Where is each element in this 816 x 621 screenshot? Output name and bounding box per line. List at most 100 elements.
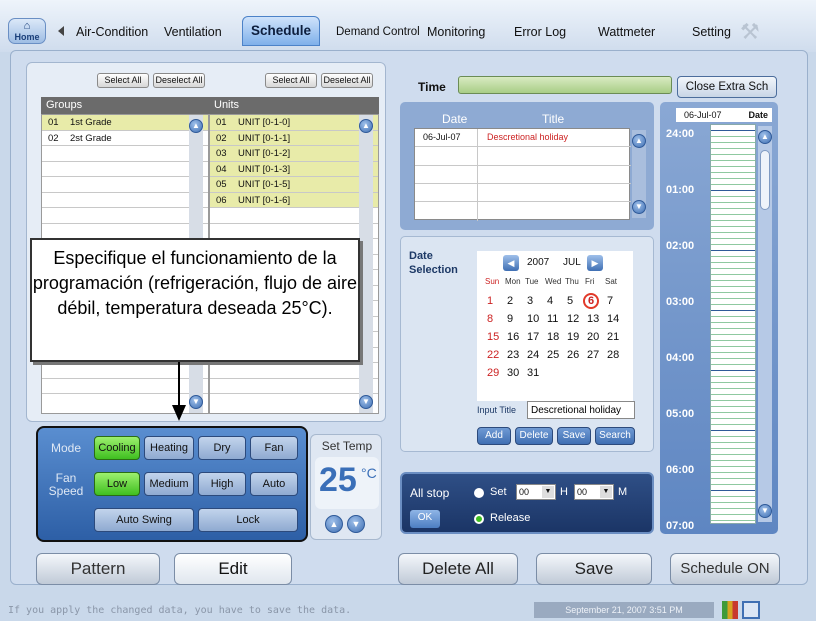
- scroll-down-icon[interactable]: ▼: [359, 395, 373, 409]
- set-radio[interactable]: [474, 488, 484, 498]
- calendar-day[interactable]: 24: [527, 349, 539, 361]
- calendar-day[interactable]: 10: [527, 313, 539, 325]
- calendar-day[interactable]: 19: [567, 331, 579, 343]
- units-select-all-button[interactable]: Select All: [265, 73, 317, 88]
- pattern-button[interactable]: Pattern: [36, 553, 160, 585]
- mode-heating-button[interactable]: Heating: [144, 436, 194, 460]
- calendar-day[interactable]: 8: [487, 313, 493, 325]
- calendar-day[interactable]: 3: [527, 295, 533, 307]
- edit-button[interactable]: Edit: [174, 553, 292, 585]
- calendar-day[interactable]: 17: [527, 331, 539, 343]
- fan-low-button[interactable]: Low: [94, 472, 140, 496]
- temp-down-icon[interactable]: ▼: [347, 515, 365, 533]
- list-item[interactable]: 04 UNIT [0-1-3]: [210, 161, 378, 177]
- fan-medium-button[interactable]: Medium: [144, 472, 194, 496]
- delete-all-button[interactable]: Delete All: [398, 553, 518, 585]
- mode-dry-button[interactable]: Dry: [198, 436, 246, 460]
- calendar-day[interactable]: 16: [507, 331, 519, 343]
- temp-up-icon[interactable]: ▲: [325, 515, 343, 533]
- list-item[interactable]: 01 1st Grade: [42, 115, 208, 131]
- add-button[interactable]: Add: [477, 427, 511, 445]
- home-button[interactable]: ⌂ Home: [8, 18, 46, 44]
- calendar-day[interactable]: 31: [527, 367, 539, 379]
- next-month-icon[interactable]: ▶: [587, 255, 603, 271]
- list-item[interactable]: 05 UNIT [0-1-5]: [210, 177, 378, 193]
- save-button[interactable]: Save: [536, 553, 652, 585]
- calendar-day[interactable]: 28: [607, 349, 619, 361]
- timeline-scrollbar[interactable]: ▲ ▼: [758, 126, 772, 522]
- input-title-field[interactable]: [527, 401, 635, 419]
- timeline-grid[interactable]: [710, 124, 756, 524]
- calendar-day[interactable]: 13: [587, 313, 599, 325]
- status-chart-icon[interactable]: [722, 601, 738, 619]
- calendar-day[interactable]: 22: [487, 349, 499, 361]
- calendar-day[interactable]: 1: [487, 295, 493, 307]
- calendar-day[interactable]: 30: [507, 367, 519, 379]
- list-item[interactable]: 02 UNIT [0-1-1]: [210, 130, 378, 146]
- calendar-day[interactable]: 14: [607, 313, 619, 325]
- calendar-day[interactable]: 20: [587, 331, 599, 343]
- tab-monitoring[interactable]: Monitoring: [427, 20, 485, 44]
- network-icon[interactable]: [742, 601, 760, 619]
- close-extra-sch-button[interactable]: Close Extra Sch: [677, 76, 777, 98]
- units-deselect-all-button[interactable]: Deselect All: [321, 73, 373, 88]
- units-scrollbar[interactable]: ▲ ▼: [359, 115, 373, 413]
- tab-setting[interactable]: Setting: [692, 20, 731, 44]
- calendar-day[interactable]: 4: [547, 295, 553, 307]
- all-stop-ok-button[interactable]: OK: [410, 510, 440, 528]
- scroll-up-icon[interactable]: ▲: [758, 130, 772, 144]
- auto-swing-button[interactable]: Auto Swing: [94, 508, 194, 532]
- scroll-up-icon[interactable]: ▲: [359, 119, 373, 133]
- list-item[interactable]: 01 UNIT [0-1-0]: [210, 115, 378, 131]
- lock-button[interactable]: Lock: [198, 508, 298, 532]
- calendar-day[interactable]: 6: [583, 293, 600, 309]
- scroll-up-icon[interactable]: ▲: [632, 134, 646, 148]
- timeline-slot[interactable]: [711, 515, 755, 521]
- groups-deselect-all-button[interactable]: Deselect All: [153, 73, 205, 88]
- calendar-day[interactable]: 23: [507, 349, 519, 361]
- scroll-thumb[interactable]: [760, 150, 770, 210]
- list-item[interactable]: 02 2st Grade: [42, 131, 208, 146]
- list-item[interactable]: 03 UNIT [0-1-2]: [210, 146, 378, 162]
- tab-error-log[interactable]: Error Log: [514, 20, 566, 44]
- release-radio[interactable]: [474, 514, 484, 524]
- tab-demand-control[interactable]: Demand Control: [336, 20, 420, 44]
- fan-auto-button[interactable]: Auto: [250, 472, 298, 496]
- hour-select[interactable]: 00 ▼: [516, 484, 556, 500]
- calendar-day[interactable]: 29: [487, 367, 499, 379]
- groups-select-all-button[interactable]: Select All: [97, 73, 149, 88]
- calendar-day[interactable]: 11: [547, 313, 558, 325]
- calendar-day[interactable]: 7: [607, 295, 613, 307]
- calendar-day[interactable]: 27: [587, 349, 599, 361]
- tab-ventilation[interactable]: Ventilation: [164, 20, 222, 44]
- minute-select[interactable]: 00 ▼: [574, 484, 614, 500]
- schedule-on-button[interactable]: Schedule ON: [670, 553, 780, 585]
- calendar-save-button[interactable]: Save: [557, 427, 591, 445]
- mode-fan-button[interactable]: Fan: [250, 436, 298, 460]
- mode-cooling-button[interactable]: Cooling: [94, 436, 140, 460]
- calendar-day[interactable]: 2: [507, 295, 513, 307]
- tab-wattmeter[interactable]: Wattmeter: [598, 20, 655, 44]
- calendar-day[interactable]: 5: [567, 295, 573, 307]
- calendar-day[interactable]: 12: [567, 313, 579, 325]
- calendar-day[interactable]: 21: [607, 331, 619, 343]
- scroll-up-icon[interactable]: ▲: [189, 119, 203, 133]
- scroll-down-icon[interactable]: ▼: [632, 200, 646, 214]
- list-item[interactable]: 06 UNIT [0-1-6]: [210, 192, 378, 208]
- holiday-scrollbar[interactable]: ▲ ▼: [632, 130, 646, 218]
- time-bar[interactable]: [458, 76, 672, 94]
- fan-high-button[interactable]: High: [198, 472, 246, 496]
- scroll-down-icon[interactable]: ▼: [189, 395, 203, 409]
- calendar-day[interactable]: 18: [547, 331, 559, 343]
- tab-schedule[interactable]: Schedule: [242, 16, 321, 46]
- scroll-down-icon[interactable]: ▼: [758, 504, 772, 518]
- calendar-day[interactable]: 9: [507, 313, 513, 325]
- tab-air-condition[interactable]: Air-Condition: [76, 20, 148, 44]
- calendar-day[interactable]: 26: [567, 349, 579, 361]
- prev-month-icon[interactable]: ◀: [503, 255, 519, 271]
- calendar-day[interactable]: 15: [487, 331, 499, 343]
- calendar-day[interactable]: 25: [547, 349, 559, 361]
- delete-button[interactable]: Delete: [515, 427, 553, 445]
- nav-left-arrow-icon[interactable]: [58, 26, 64, 36]
- search-button[interactable]: Search: [595, 427, 635, 445]
